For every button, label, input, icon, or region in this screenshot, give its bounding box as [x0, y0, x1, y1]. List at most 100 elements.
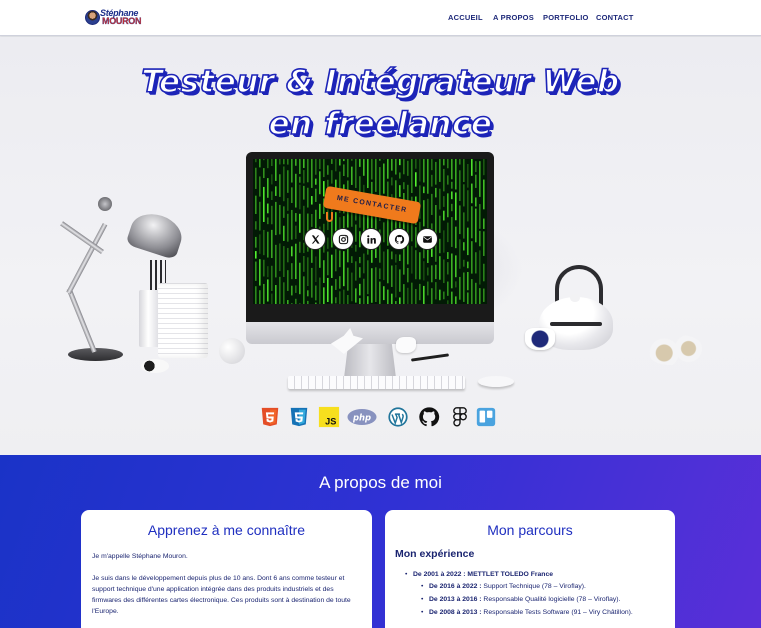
about-card: Apprenez à me connaître Je m'appelle Sté…	[81, 510, 372, 628]
matrix-stream	[267, 279, 269, 302]
matrix-stream	[355, 159, 357, 188]
matrix-stream	[343, 289, 345, 304]
matrix-stream	[467, 164, 469, 188]
nav-portfolio[interactable]: PORTFOLIO	[543, 13, 589, 22]
matrix-stream	[295, 213, 297, 222]
matrix-stream	[423, 261, 425, 281]
matrix-stream	[359, 159, 361, 167]
logo-surname: MOURON	[102, 16, 142, 26]
matrix-stream	[459, 276, 461, 300]
nav-contact[interactable]: CONTACT	[596, 13, 634, 22]
lamp-head	[125, 207, 187, 261]
matrix-stream	[335, 279, 337, 290]
matrix-stream	[255, 286, 257, 304]
matrix-stream	[303, 276, 305, 304]
matrix-stream	[299, 176, 301, 183]
matrix-stream	[327, 251, 329, 276]
matrix-stream	[467, 190, 469, 222]
matrix-stream	[355, 261, 357, 281]
lamp-arm	[66, 288, 97, 353]
matrix-stream	[275, 186, 277, 196]
matrix-stream	[427, 281, 429, 296]
matrix-stream	[451, 217, 453, 247]
matrix-stream	[255, 159, 257, 163]
email-icon[interactable]	[416, 228, 438, 250]
matrix-stream	[447, 252, 449, 259]
matrix-stream	[303, 255, 305, 272]
matrix-stream	[399, 269, 401, 292]
js-label: JS	[325, 416, 336, 426]
matrix-stream	[315, 302, 317, 304]
matrix-stream	[403, 159, 405, 175]
matrix-stream	[319, 159, 321, 170]
matrix-stream	[287, 300, 289, 304]
matrix-stream	[447, 222, 449, 243]
matrix-stream	[423, 200, 425, 227]
matrix-stream	[259, 234, 261, 254]
matrix-stream	[291, 187, 293, 203]
matrix-stream	[259, 176, 261, 197]
matrix-stream	[315, 178, 317, 185]
matrix-stream	[311, 213, 313, 227]
matrix-stream	[399, 185, 401, 197]
matrix-stream	[483, 218, 485, 229]
matrix-stream	[283, 282, 285, 304]
matrix-stream	[283, 159, 285, 165]
nav-accueil[interactable]: ACCUEIL	[448, 13, 483, 22]
matrix-stream	[295, 285, 297, 293]
matrix-stream	[447, 193, 449, 218]
matrix-stream	[435, 205, 437, 235]
matrix-stream	[311, 159, 313, 188]
site-logo[interactable]: Stéphane MOURON	[85, 8, 142, 27]
matrix-stream	[483, 263, 485, 282]
matrix-stream	[271, 159, 273, 166]
matrix-stream	[307, 257, 309, 287]
matrix-stream	[255, 261, 257, 281]
matrix-stream	[455, 255, 457, 278]
matrix-stream	[399, 172, 401, 179]
php-icon: php	[347, 406, 377, 428]
matrix-stream	[391, 265, 393, 287]
wordpress-icon	[387, 406, 409, 428]
imac-chin	[246, 322, 494, 344]
matrix-stream	[283, 225, 285, 241]
javascript-icon: JS	[318, 406, 340, 428]
matrix-stream	[271, 293, 273, 304]
matrix-stream	[307, 187, 309, 208]
matrix-stream	[299, 303, 301, 304]
logo-avatar	[85, 10, 100, 25]
matrix-stream	[259, 290, 261, 304]
matrix-stream	[451, 203, 453, 212]
github-icon[interactable]	[388, 228, 410, 250]
matrix-stream	[431, 265, 433, 283]
matrix-stream	[475, 161, 477, 173]
vase-decoration	[219, 338, 245, 364]
matrix-stream	[287, 247, 289, 263]
linkedin-icon[interactable]	[360, 228, 382, 250]
x-icon[interactable]	[304, 228, 326, 250]
experience-item: De 2001 à 2022 : METTLET TOLEDO France	[405, 569, 553, 580]
matrix-stream	[315, 285, 317, 301]
matrix-stream	[379, 281, 381, 304]
matrix-stream	[295, 173, 297, 208]
experience-subtitle: Mon expérience	[395, 548, 475, 560]
matrix-stream	[275, 159, 277, 181]
matrix-stream	[455, 159, 457, 190]
css3-icon	[288, 406, 310, 428]
matrix-stream	[315, 159, 317, 175]
matrix-stream	[331, 170, 333, 184]
nav-a-propos[interactable]: A PROPOS	[493, 13, 534, 22]
matrix-stream	[335, 249, 337, 272]
matrix-stream	[427, 159, 429, 194]
matrix-stream	[395, 301, 397, 304]
matrix-stream	[287, 198, 289, 211]
matrix-stream	[359, 256, 361, 264]
hero-section: Testeur & Intégrateur Web en freelance M…	[0, 37, 761, 455]
instagram-icon[interactable]	[332, 228, 354, 250]
matrix-stream	[259, 201, 261, 231]
matrix-stream	[299, 159, 301, 174]
matrix-stream	[475, 174, 477, 188]
matrix-stream	[471, 241, 473, 274]
html5-icon	[259, 406, 281, 428]
matrix-stream	[291, 285, 293, 296]
